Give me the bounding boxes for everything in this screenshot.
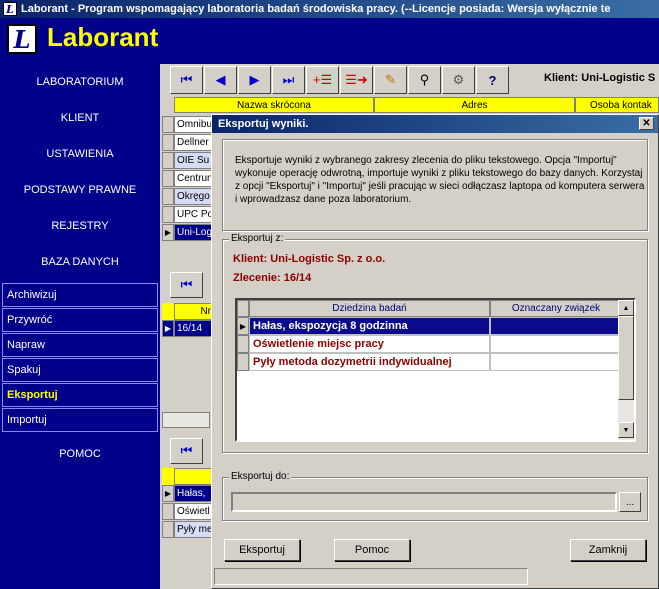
tools-icon[interactable]: ⚙	[442, 66, 475, 94]
table-row	[162, 468, 214, 485]
dialog-description: Eksportuje wyniki z wybranego zakresy zl…	[235, 155, 645, 205]
horizontal-scrollbar[interactable]	[162, 412, 210, 428]
table-row[interactable]: OIE Su	[162, 152, 214, 169]
table-row: Nr	[162, 303, 214, 320]
sidebar-item-laboratorium[interactable]: LABORATORIUM	[0, 64, 160, 100]
export-dialog: Eksportuj wyniki. ✕ Eksportuje wyniki z …	[211, 114, 659, 589]
export-to-group: Eksportuj do: ...	[222, 471, 648, 521]
toolbar: ⏮ ◀ ▶ ⏭ +☰ ☰➜ ✎ ⚲ ⚙ ?	[170, 66, 509, 94]
dialog-titlebar: Eksportuj wyniki. ✕	[212, 115, 658, 133]
client-line: Klient: Uni-Logistic Sp. z o.o.	[233, 253, 386, 265]
scroll-thumb[interactable]	[618, 316, 634, 400]
prev-record-icon[interactable]: ◀	[204, 66, 237, 94]
description-box: Eksportuje wyniki z wybranego zakresy zl…	[222, 139, 648, 231]
table-row[interactable]: Pyły metoda dozymetrii indywidualnej	[237, 353, 622, 371]
sidebar-item-klient[interactable]: KLIENT	[0, 100, 160, 136]
export-from-label: Eksportuj z:	[229, 233, 286, 244]
table-row[interactable]: ▶ Uni-Log	[162, 224, 214, 241]
next-record-icon[interactable]: ▶	[238, 66, 271, 94]
table-row[interactable]: Omnibu	[162, 116, 214, 133]
first-record-icon[interactable]: ⏮	[170, 272, 203, 298]
export-path-field[interactable]	[231, 492, 617, 512]
sidebar-item-pomoc[interactable]: POMOC	[0, 436, 160, 472]
column-header-nazwa[interactable]: Nazwa skrócona	[174, 97, 374, 113]
insert-record-icon[interactable]: +☰	[306, 66, 339, 94]
scroll-down-icon[interactable]: ▼	[618, 422, 634, 438]
close-icon[interactable]: ✕	[639, 117, 654, 130]
client-label: Klient: Uni-Logistic S	[544, 72, 656, 84]
app-header: L Laborant	[0, 18, 659, 64]
vertical-scrollbar[interactable]: ▲ ▼	[618, 300, 634, 440]
table-row[interactable]: ▶ Hałas, ekspozycja 8 godzinna	[237, 317, 622, 335]
help-icon[interactable]: ?	[476, 66, 509, 94]
first-record-icon[interactable]: ⏮	[170, 438, 203, 464]
close-button[interactable]: Zamknij	[570, 539, 646, 561]
sidebar-item-rejestry[interactable]: REJESTRY	[0, 208, 160, 244]
sidebar-item-podstawy-prawne[interactable]: PODSTAWY PRAWNE	[0, 172, 160, 208]
sidebar-subitem-eksportuj[interactable]: Eksportuj	[2, 383, 158, 407]
edit-icon[interactable]: ✎	[374, 66, 407, 94]
table-row[interactable]: ▶ Hałas,	[162, 485, 214, 502]
order-line: Zlecenie: 16/14	[233, 272, 312, 284]
dialog-title: Eksportuj wyniki.	[218, 118, 309, 130]
binoculars-icon[interactable]: ⚲	[408, 66, 441, 94]
table-row[interactable]: Oświetlenie miejsc pracy	[237, 335, 622, 353]
sidebar-subitem-importuj[interactable]: Importuj	[2, 408, 158, 432]
column-header-zwiazek[interactable]: Oznaczany związek	[490, 300, 622, 317]
table-row[interactable]: Okręgo	[162, 188, 214, 205]
window-title: Laborant - Program wspomagający laborato…	[21, 3, 611, 15]
logo-icon: L	[7, 24, 37, 54]
field-grid: Dziedzina badań Oznaczany związek ▶ Hała…	[235, 298, 636, 442]
delete-record-icon[interactable]: ☰➜	[340, 66, 373, 94]
table-row[interactable]: Centrun	[162, 170, 214, 187]
app-icon: L	[3, 2, 17, 16]
browse-button[interactable]: ...	[619, 492, 641, 512]
sidebar: LABORATORIUM KLIENT USTAWIENIA PODSTAWY …	[0, 64, 160, 589]
table-row[interactable]: Oświetl	[162, 503, 214, 520]
export-from-group: Eksportuj z: Klient: Uni-Logistic Sp. z …	[222, 233, 648, 453]
scroll-up-icon[interactable]: ▲	[618, 300, 634, 316]
column-header-osoba[interactable]: Osoba kontak	[575, 97, 659, 113]
column-header-dziedzina[interactable]: Dziedzina badań	[249, 300, 490, 317]
help-button[interactable]: Pomoc	[334, 539, 410, 561]
table-row[interactable]: Dellner	[162, 134, 214, 151]
sidebar-item-baza-danych[interactable]: BAZA DANYCH	[0, 244, 160, 280]
table-row[interactable]: Pyły me	[162, 521, 214, 538]
sidebar-item-ustawienia[interactable]: USTAWIENIA	[0, 136, 160, 172]
window-titlebar: L Laborant - Program wspomagający labora…	[0, 0, 659, 18]
sidebar-subitem-spakuj[interactable]: Spakuj	[2, 358, 158, 382]
table-row[interactable]: UPC Po	[162, 206, 214, 223]
sidebar-subitem-przywroc[interactable]: Przywróć	[2, 308, 158, 332]
column-header-adres[interactable]: Adres	[374, 97, 575, 113]
export-button[interactable]: Eksportuj	[224, 539, 300, 561]
status-bar	[214, 568, 528, 585]
sidebar-subitem-archiwizuj[interactable]: Archiwizuj	[2, 283, 158, 307]
client-grid-header: Nazwa skrócona Adres Osoba kontak	[174, 97, 659, 113]
app-name: Laborant	[47, 22, 159, 52]
first-record-icon[interactable]: ⏮	[170, 66, 203, 94]
export-to-label: Eksportuj do:	[229, 471, 292, 482]
sidebar-subitem-napraw[interactable]: Napraw	[2, 333, 158, 357]
field-grid-header: Dziedzina badań Oznaczany związek	[237, 300, 622, 317]
table-row[interactable]: ▶ 16/14	[162, 320, 214, 337]
last-record-icon[interactable]: ⏭	[272, 66, 305, 94]
